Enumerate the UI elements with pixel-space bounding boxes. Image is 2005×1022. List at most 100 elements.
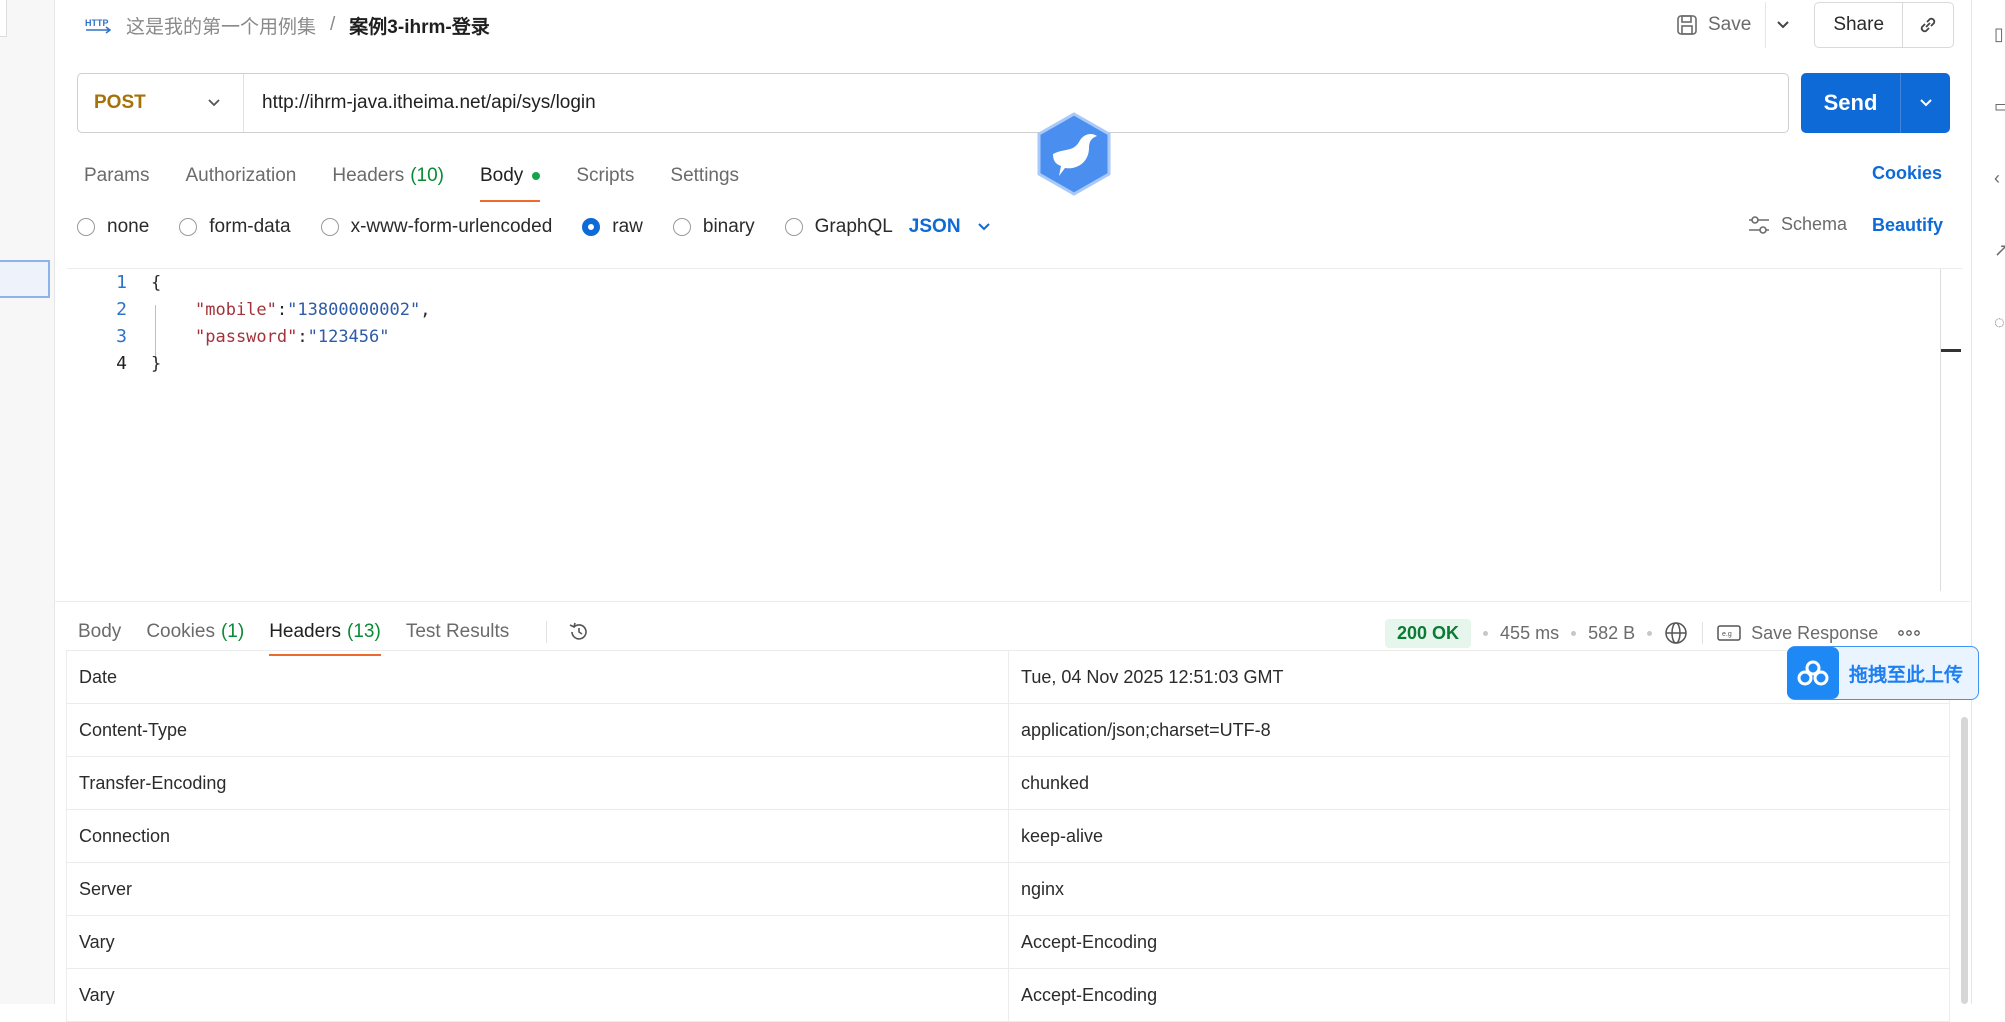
body-type-graphql[interactable]: GraphQL [784, 216, 893, 238]
floating-bird-logo[interactable] [1035, 112, 1113, 196]
schema-button[interactable]: Schema [1747, 214, 1847, 235]
method-select[interactable]: POST [78, 74, 244, 132]
json-value: "13800000002" [287, 300, 421, 320]
left-sidebar [0, 0, 55, 1004]
comment-icon[interactable]: ▭ [1994, 96, 2005, 117]
body-type-label: raw [612, 216, 643, 237]
breadcrumb-current[interactable]: 案例3-ihrm-登录 [349, 12, 489, 39]
header-value: Accept-Encoding [1008, 915, 1950, 969]
sidebar-selected-item[interactable] [0, 260, 50, 298]
table-row[interactable]: Content-Type application/json;charset=UTF… [66, 703, 1950, 757]
right-rail: ▯ ▭ ‹ ↗ ◌ [1971, 0, 2005, 1004]
body-editor[interactable]: 1 2 3 4 { "mobile":"13800000002", "passw… [67, 268, 1962, 597]
tab-settings[interactable]: Settings [670, 156, 739, 196]
send-button[interactable]: Send [1801, 73, 1901, 133]
body-type-binary[interactable]: binary [672, 216, 755, 238]
tab-headers[interactable]: Headers (10) [332, 156, 444, 196]
radio-button[interactable] [77, 218, 95, 236]
body-type-raw[interactable]: raw [582, 216, 643, 238]
response-time[interactable]: 455 ms [1500, 623, 1559, 644]
send-dropdown-button[interactable] [1901, 73, 1950, 133]
radio-button-selected[interactable] [582, 218, 601, 236]
header-key: Connection [66, 809, 1009, 863]
save-response-button[interactable]: e.g Save Response [1717, 623, 1878, 644]
save-button[interactable]: Save [1670, 2, 1765, 48]
cookies-link[interactable]: Cookies [1872, 163, 1942, 184]
upload-drop-badge[interactable]: 拖拽至此上传 [1787, 646, 1979, 700]
table-row[interactable]: Transfer-Encoding chunked [66, 756, 1950, 810]
copy-link-button[interactable] [1903, 3, 1953, 47]
editor-minimap-marker [1941, 349, 1961, 352]
header-key: Vary [66, 915, 1009, 969]
beautify-button[interactable]: Beautify [1872, 215, 1943, 236]
chevron-down-icon [977, 222, 991, 232]
chevron-down-icon [1776, 20, 1790, 30]
response-size[interactable]: 582 B [1588, 623, 1635, 644]
tab-label: Body [480, 165, 524, 186]
json-key: "mobile" [195, 300, 277, 320]
code-icon[interactable]: ‹ [1994, 168, 2000, 189]
code-line: "password":"123456" [195, 327, 390, 347]
code-line: { [151, 273, 161, 293]
radio-button[interactable] [320, 218, 339, 236]
tab-label: Cookies [146, 621, 215, 642]
upload-badge-label: 拖拽至此上传 [1849, 664, 1964, 686]
table-row[interactable]: Connection keep-alive [66, 809, 1950, 863]
json-key: "password" [195, 327, 298, 347]
resp-tab-cookies[interactable]: Cookies (1) [146, 612, 244, 652]
body-type-label: none [107, 216, 150, 237]
line-number: 2 [116, 299, 127, 320]
separator-dot [1571, 630, 1577, 636]
more-options-icon[interactable] [1898, 629, 1921, 637]
globe-icon[interactable] [1664, 621, 1688, 645]
info-icon[interactable]: ◌ [1994, 312, 2005, 333]
modified-dot-icon [532, 172, 541, 180]
url-bar: POST [77, 73, 1789, 133]
body-type-selector: none form-data x-www-form-urlencoded raw… [77, 212, 991, 242]
history-icon[interactable] [546, 621, 591, 643]
cloud-upload-icon [1787, 647, 1839, 699]
header-value: nginx [1008, 862, 1950, 916]
resp-tab-test-results[interactable]: Test Results [406, 612, 509, 652]
table-row[interactable]: Server nginx [66, 862, 1950, 916]
sidebar-stub [0, 0, 7, 37]
resp-tab-body[interactable]: Body [78, 612, 121, 652]
chevron-down-icon [1919, 98, 1933, 108]
response-scrollbar[interactable] [1961, 717, 1968, 1004]
tab-scripts[interactable]: Scripts [576, 156, 634, 196]
header-key: Server [66, 862, 1009, 916]
body-type-none[interactable]: none [77, 216, 149, 238]
status-badge[interactable]: 200 OK [1385, 618, 1472, 648]
radio-button[interactable] [179, 218, 198, 236]
header-value: application/json;charset=UTF-8 [1008, 703, 1950, 757]
doc-icon[interactable]: ▯ [1994, 24, 2004, 45]
tab-label: Body [78, 621, 122, 642]
table-row[interactable]: Date Tue, 04 Nov 2025 12:51:03 GMT [66, 650, 1950, 704]
header-key: Vary [66, 968, 1009, 1022]
radio-button[interactable] [672, 218, 691, 236]
body-type-label: x-www-form-urlencoded [350, 216, 553, 237]
save-dropdown-button[interactable] [1765, 2, 1800, 48]
body-type-form-data[interactable]: form-data [179, 216, 291, 238]
breadcrumb-parent[interactable]: 这是我的第一个用例集 [126, 12, 316, 39]
share-group: Share [1814, 2, 1955, 48]
radio-button[interactable] [784, 218, 803, 236]
tab-params[interactable]: Params [84, 156, 149, 196]
body-format-select[interactable]: JSON [909, 216, 991, 238]
tab-authorization[interactable]: Authorization [185, 156, 296, 196]
table-row[interactable]: Vary Accept-Encoding [66, 968, 1950, 1022]
share-button[interactable]: Share [1815, 3, 1904, 47]
brace-open: { [151, 273, 162, 293]
url-input[interactable] [244, 77, 1788, 129]
resp-tab-headers[interactable]: Headers (13) [269, 612, 381, 656]
body-type-label: form-data [209, 216, 291, 237]
code-line: "mobile":"13800000002", [195, 300, 430, 320]
pane-divider[interactable] [54, 601, 1970, 602]
json-comma: , [420, 300, 431, 320]
tab-body[interactable]: Body [480, 156, 541, 202]
svg-text:HTTP: HTTP [85, 18, 109, 28]
table-row[interactable]: Vary Accept-Encoding [66, 915, 1950, 969]
editor-scrollbar[interactable] [1940, 269, 1941, 591]
related-icon[interactable]: ↗ [1994, 240, 2005, 261]
body-type-urlencoded[interactable]: x-www-form-urlencoded [320, 216, 553, 238]
